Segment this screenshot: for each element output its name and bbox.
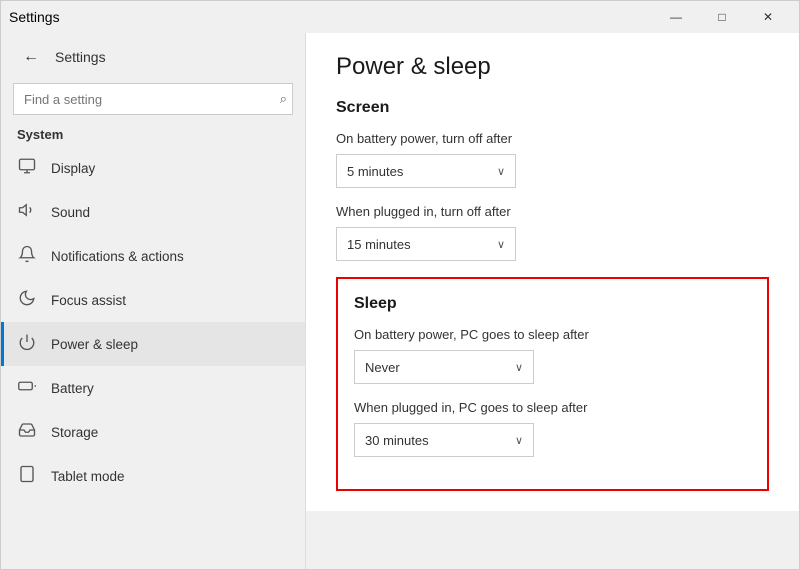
sleep-plugged-dropdown[interactable]: 30 minutes ∨ <box>354 423 534 457</box>
main-content: Power & sleep Screen On battery power, t… <box>306 33 799 511</box>
screen-plugged-label: When plugged in, turn off after <box>336 204 769 219</box>
minimize-button[interactable]: — <box>653 1 699 33</box>
sound-icon <box>17 201 37 224</box>
screen-battery-label: On battery power, turn off after <box>336 131 769 146</box>
screen-battery-dropdown[interactable]: 5 minutes ∨ <box>336 154 516 188</box>
sidebar-item-label-notifications: Notifications & actions <box>51 249 184 264</box>
sidebar-item-tablet[interactable]: Tablet mode <box>1 454 305 498</box>
search-box: ⌕ <box>13 83 293 115</box>
main-wrapper: Power & sleep Screen On battery power, t… <box>306 33 799 569</box>
title-bar-controls: — □ ✕ <box>653 1 791 33</box>
power-icon <box>17 333 37 356</box>
sidebar-item-label-battery: Battery <box>51 381 94 396</box>
nav-list: Display Sound Notifications & actions Focus… <box>1 146 305 498</box>
page-title: Power & sleep <box>336 53 769 81</box>
screen-section-title: Screen <box>336 99 769 117</box>
title-bar: Settings — □ ✕ <box>1 1 799 33</box>
sidebar-item-power[interactable]: Power & sleep <box>1 322 305 366</box>
screen-plugged-dropdown[interactable]: 15 minutes ∨ <box>336 227 516 261</box>
sidebar-item-storage[interactable]: Storage <box>1 410 305 454</box>
sidebar-item-battery[interactable]: Battery <box>1 366 305 410</box>
chevron-down-icon: ∨ <box>497 165 505 178</box>
sidebar-item-label-sound: Sound <box>51 205 90 220</box>
screen-battery-value: 5 minutes <box>347 164 403 179</box>
back-button[interactable]: ← <box>17 43 45 71</box>
settings-window: Settings — □ ✕ ← Settings ⌕ System Displ… <box>0 0 800 570</box>
sidebar-item-label-power: Power & sleep <box>51 337 138 352</box>
search-icon: ⌕ <box>280 91 287 107</box>
battery-icon <box>17 377 37 400</box>
sleep-battery-value: Never <box>365 360 400 375</box>
sidebar-item-label-display: Display <box>51 161 95 176</box>
sidebar-item-label-storage: Storage <box>51 425 98 440</box>
window-title: Settings <box>9 9 60 25</box>
sidebar-item-sound[interactable]: Sound <box>1 190 305 234</box>
sidebar-item-label-focus: Focus assist <box>51 293 126 308</box>
tablet-icon <box>17 465 37 488</box>
focus-icon <box>17 289 37 312</box>
sleep-battery-label: On battery power, PC goes to sleep after <box>354 327 751 342</box>
app-body: ← Settings ⌕ System Display Sound Notifica… <box>1 33 799 569</box>
notifications-icon <box>17 245 37 268</box>
close-button[interactable]: ✕ <box>745 1 791 33</box>
screen-section: Screen On battery power, turn off after … <box>336 99 769 261</box>
title-bar-left: Settings <box>9 9 60 25</box>
sidebar-item-label-tablet: Tablet mode <box>51 469 125 484</box>
sidebar-item-notifications[interactable]: Notifications & actions <box>1 234 305 278</box>
storage-icon <box>17 421 37 444</box>
sleep-section-title: Sleep <box>354 295 751 313</box>
sleep-plugged-label: When plugged in, PC goes to sleep after <box>354 400 751 415</box>
sidebar-app-title: Settings <box>55 49 106 65</box>
sidebar: ← Settings ⌕ System Display Sound Notifica… <box>1 33 306 569</box>
sleep-section: Sleep On battery power, PC goes to sleep… <box>336 277 769 491</box>
sidebar-item-display[interactable]: Display <box>1 146 305 190</box>
chevron-down-icon-2: ∨ <box>497 238 505 251</box>
chevron-down-icon-3: ∨ <box>515 361 523 374</box>
sidebar-header: ← Settings <box>1 33 305 77</box>
display-icon <box>17 157 37 180</box>
sleep-plugged-value: 30 minutes <box>365 433 429 448</box>
search-input[interactable] <box>13 83 293 115</box>
chevron-down-icon-4: ∨ <box>515 434 523 447</box>
sidebar-item-focus[interactable]: Focus assist <box>1 278 305 322</box>
maximize-button[interactable]: □ <box>699 1 745 33</box>
system-label: System <box>1 123 305 146</box>
screen-plugged-value: 15 minutes <box>347 237 411 252</box>
sleep-battery-dropdown[interactable]: Never ∨ <box>354 350 534 384</box>
